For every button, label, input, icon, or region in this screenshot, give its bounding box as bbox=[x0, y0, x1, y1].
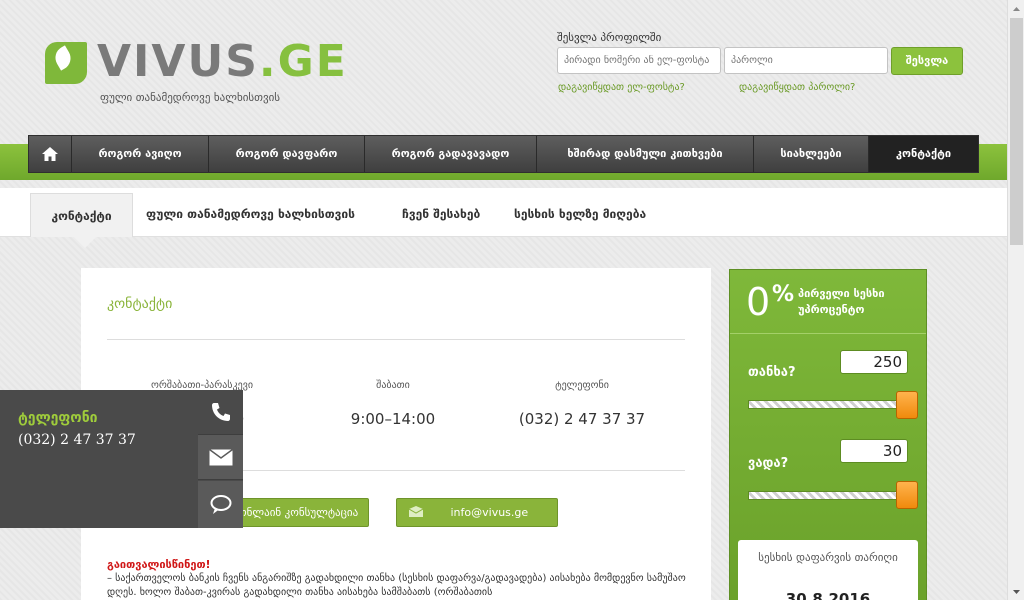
term-slider-handle[interactable] bbox=[896, 481, 918, 509]
amount-slider[interactable] bbox=[748, 400, 898, 409]
forgot-password-link[interactable]: დაგავიწყდათ პაროლი? bbox=[739, 82, 855, 93]
home-icon bbox=[42, 147, 58, 161]
subnav-item-money-for-modern[interactable]: ფული თანამედროვე ხალხისთვის bbox=[146, 188, 355, 237]
widget-icon-bar bbox=[198, 390, 243, 528]
email-button[interactable]: info@vivus.ge bbox=[396, 498, 558, 527]
due-date-value: 30.8.2016 bbox=[785, 590, 871, 600]
widget-phone-tab[interactable] bbox=[198, 390, 243, 435]
nav-item-how-to-repay[interactable]: როგორ დავფარო bbox=[209, 136, 365, 172]
envelope-icon bbox=[408, 506, 424, 517]
zero-number: 0 bbox=[746, 280, 771, 324]
user-input[interactable] bbox=[557, 47, 721, 74]
email-label: info@vivus.ge bbox=[450, 506, 529, 519]
subnav-item-contact[interactable]: კონტაქტი bbox=[30, 193, 133, 237]
subnav-item-cash-loan[interactable]: სესხის ხელზე მიღება bbox=[514, 188, 646, 237]
hours-saturday-value: 9:00–14:00 bbox=[350, 410, 436, 428]
subnav-item-about[interactable]: ჩვენ შესახებ bbox=[402, 188, 480, 237]
phone-value: (032) 2 47 37 37 bbox=[518, 410, 646, 428]
term-label: ვადა? bbox=[748, 456, 789, 471]
phone-heading: ტელეფონი bbox=[555, 380, 609, 391]
widget-title: ტელეფონი bbox=[18, 410, 98, 426]
term-input[interactable]: 30 bbox=[840, 439, 908, 463]
online-consultation-label: ონლაინ კონსულტაცია bbox=[238, 506, 359, 519]
due-date-title: სესხის დაფარვის თარიღი bbox=[758, 551, 898, 564]
logo-leaf-icon bbox=[45, 42, 87, 84]
subnav-active-arrow bbox=[74, 237, 96, 248]
scroll-down-button[interactable] bbox=[1008, 583, 1024, 600]
logo-text: VIVUS.GE bbox=[97, 36, 348, 87]
divider bbox=[730, 333, 926, 334]
scroll-thumb[interactable] bbox=[1010, 18, 1023, 245]
vertical-scrollbar[interactable] bbox=[1007, 0, 1024, 600]
scroll-up-button[interactable] bbox=[1008, 0, 1024, 17]
page: VIVUS.GE ფული თანამედროვე ხალხისთვის შეს… bbox=[0, 0, 1007, 600]
contact-title: კონტაქტი bbox=[107, 296, 173, 312]
password-input[interactable] bbox=[724, 47, 888, 74]
amount-input[interactable]: 250 bbox=[840, 350, 908, 374]
percent-sign: % bbox=[772, 282, 795, 307]
tagline: ფული თანამედროვე ხალხისთვის bbox=[100, 91, 281, 104]
amount-label: თანხა? bbox=[748, 365, 796, 380]
widget-email-tab[interactable] bbox=[198, 435, 243, 480]
logo-brand: VIVUS bbox=[97, 36, 259, 87]
main-nav: როგორ ავიღო როგორ დავფარო როგორ გადავავა… bbox=[28, 135, 979, 173]
calculator-promo: პირველი სესხი უპროცენტო bbox=[798, 287, 885, 316]
term-slider[interactable] bbox=[748, 491, 898, 500]
nav-item-how-to-get[interactable]: როგორ ავიღო bbox=[72, 136, 209, 172]
login-button[interactable]: შესვლა bbox=[891, 47, 963, 75]
amount-slider-handle[interactable] bbox=[896, 391, 918, 419]
warning-title: გაითვალისწინეთ! bbox=[107, 558, 211, 571]
contact-widget: ტელეფონი (032) 2 47 37 37 bbox=[0, 390, 243, 528]
nav-item-how-to-extend[interactable]: როგორ გადავავადო bbox=[365, 136, 537, 172]
widget-chat-tab[interactable] bbox=[198, 481, 243, 528]
nav-item-contact[interactable]: კონტაქტი bbox=[869, 136, 978, 172]
mail-icon bbox=[208, 448, 233, 465]
divider bbox=[107, 339, 685, 340]
sub-nav: კონტაქტი ფული თანამედროვე ხალხისთვის ჩვე… bbox=[0, 188, 1007, 237]
nav-item-faq[interactable]: ხშირად დასმული კითხვები bbox=[537, 136, 754, 172]
forgot-email-link[interactable]: დაგავიწყდათ ელ-ფოსტა? bbox=[558, 82, 685, 93]
arrow-down-icon bbox=[1013, 589, 1020, 594]
warning-text: – საქართველოს ბანკის ჩვენს ანგარიშზე გად… bbox=[107, 573, 686, 598]
due-date-box: სესხის დაფარვის თარიღი 30.8.2016 bbox=[738, 540, 918, 600]
arrow-up-icon bbox=[1013, 6, 1020, 11]
widget-phone: (032) 2 47 37 37 bbox=[18, 432, 136, 448]
chat-bubble-icon bbox=[210, 494, 231, 514]
logo-tld: .GE bbox=[258, 36, 348, 87]
nav-item-news[interactable]: სიახლეები bbox=[754, 136, 869, 172]
login-title: შესვლა პროფილში bbox=[557, 31, 662, 44]
nav-home[interactable] bbox=[29, 136, 72, 172]
loan-calculator: 0 % პირველი სესხი უპროცენტო თანხა? 250 ვ… bbox=[729, 269, 927, 600]
hours-saturday-heading: შაბათი bbox=[376, 380, 410, 391]
phone-icon bbox=[211, 403, 230, 421]
